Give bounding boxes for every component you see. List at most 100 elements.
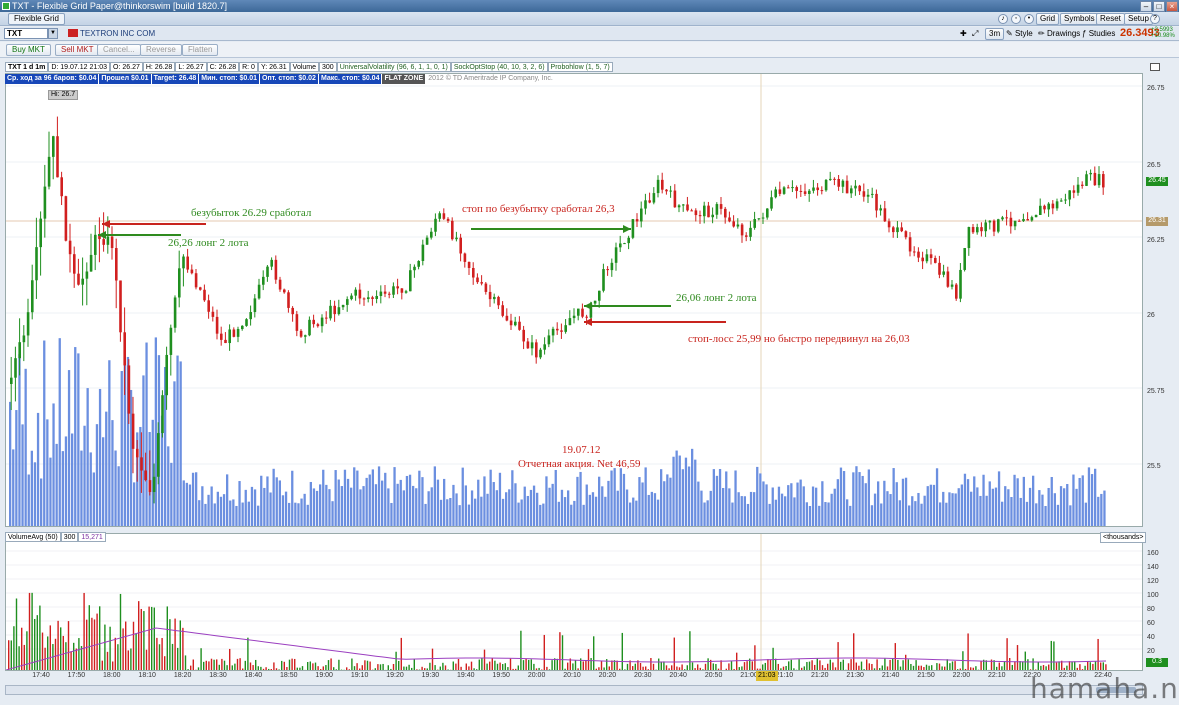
volume-bar [525,659,526,670]
volume-overlay-bar [170,463,172,526]
study-sock-opt-stop[interactable]: SockOptStop (40, 10, 3, 2, 6) [451,62,548,72]
volume-bar [918,666,919,670]
candle-body [493,297,496,299]
volume-overlay-bar [418,471,420,526]
buy-market-button[interactable]: Buy MKT [6,44,51,56]
time-axis-label: 18:00 [103,672,121,679]
candle-body [611,263,614,270]
volume-axis-label: 140 [1147,564,1159,571]
candle-body [837,179,840,187]
candle-body [136,449,139,458]
volume-overlay-bar [217,492,219,526]
volume-bar [822,665,823,670]
volume-overlay-bar [195,472,197,526]
minimize-button[interactable]: – [1140,1,1152,12]
help-icon[interactable]: ? [1150,14,1160,24]
studies-label: Studies [1089,29,1116,38]
volume-overlay-bar [366,478,368,526]
volume-bar [255,660,256,670]
volume-bar [741,666,742,670]
time-axis-label: 19:10 [351,672,369,679]
studies-menu[interactable]: ƒ Studies [1080,28,1117,40]
zoom-icon[interactable]: ⤢ [970,28,980,40]
maximize-button[interactable]: □ [1153,1,1165,12]
volume-bar [182,628,183,670]
volume-overlay-bar [920,504,922,526]
bell-icon[interactable]: ♪ [998,14,1008,24]
volume-overlay-bar [886,491,888,526]
volume-bar [1009,658,1010,670]
volume-overlay-bar [87,388,89,526]
reset-button[interactable]: Reset [1096,13,1125,25]
candle-body [783,187,786,194]
volume-overlay-bar [669,478,671,526]
volume-overlay-bar [322,470,324,526]
symbols-button[interactable]: Symbols [1060,13,1099,25]
volume-bar [356,663,357,670]
volume-bar [213,660,214,670]
candle-body [686,204,689,210]
annotation-breakeven: безубыток 26.29 сработал [191,207,311,219]
chart-symbol[interactable]: TXT 1 d 1m [5,62,48,72]
volume-bar [492,658,493,670]
candle-body [669,191,672,192]
volume-bar [234,664,235,670]
volume-bar [151,607,152,670]
sell-market-button[interactable]: Sell MKT [55,44,99,56]
candle-body [816,188,819,191]
style-menu[interactable]: ✎ Style [1004,28,1035,40]
volume-bar [757,669,758,670]
timeframe-button[interactable]: 3m [985,28,1004,40]
volume-study-name[interactable]: VolumeAvg (50) [5,532,61,542]
candle-body [812,188,815,191]
study-universal-volatility[interactable]: UniversalVolatility (96, 6, 1, 1, 0, 1) [337,62,451,72]
symbol-input[interactable]: TXT [4,28,48,39]
volume-bar [1012,665,1013,670]
volume-overlay-bar [226,474,228,526]
crosshair-icon[interactable]: ✚ [958,28,969,40]
volume-overlay-bar [1085,503,1087,526]
volume-overlay-bar [1004,486,1006,526]
price-axis-label: 26.75 [1147,85,1165,92]
volume-overlay-bar [598,477,600,526]
candle-body [216,317,219,334]
grid-button[interactable]: Grid [1036,13,1059,25]
volume-overlay-bar [948,492,950,526]
close-button[interactable]: × [1166,1,1178,12]
volume-bar [216,659,217,670]
candle-body [77,274,80,285]
volume-overlay-bar [818,506,820,526]
volume-bar [754,645,755,670]
volume-overlay-bar [713,469,715,526]
volume-bar [388,665,389,670]
tab-flexible-grid[interactable]: Flexible Grid [8,13,65,25]
flatten-button[interactable]: Flatten [182,44,218,56]
time-axis-label: 18:20 [174,672,192,679]
volume-bar [882,665,883,670]
candle-body [896,227,899,232]
study-probohlow[interactable]: Probohlow (1, 5, 7) [548,62,613,72]
symbol-description: TEXTRON INC COM [68,28,155,39]
candle-body [35,247,38,280]
volume-overlay-bar [951,493,953,526]
reverse-button[interactable]: Reverse [140,44,182,56]
drawings-menu[interactable]: ✏ Drawings [1036,28,1082,40]
volume-bar [128,650,129,670]
candle-body [86,271,89,278]
link-icon[interactable]: • [1024,14,1034,24]
volume-chart[interactable] [5,533,1143,671]
volume-bar [421,667,422,670]
volume-bar [1014,661,1015,670]
chevron-down-icon[interactable]: ▼ [48,28,58,39]
volume-overlay-bar [1075,489,1077,526]
lock-icon[interactable]: ◦ [1011,14,1021,24]
volume-bar [310,661,311,670]
chart-scrollbar[interactable] [5,685,1143,695]
cancel-button[interactable]: Cancel... [97,44,141,56]
volume-overlay-bar [335,470,337,526]
candle-body [10,378,13,384]
volume-overlay-bar [862,476,864,526]
setup-button[interactable]: Setup [1124,13,1153,25]
candle-body [951,285,954,287]
maximize-chart-icon[interactable] [1150,63,1160,71]
